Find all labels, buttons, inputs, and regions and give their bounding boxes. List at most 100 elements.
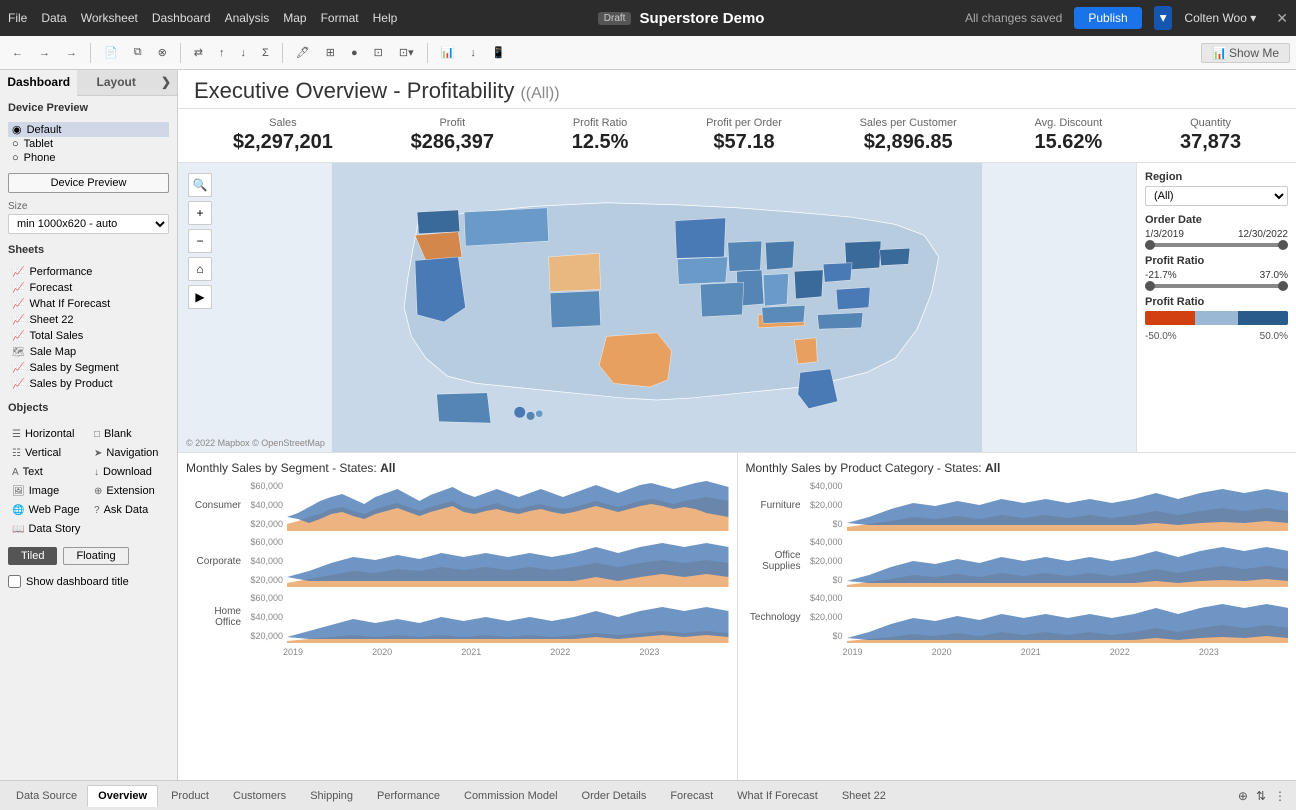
tab-commission-label: Commission Model <box>464 790 558 802</box>
tab-action-new[interactable]: ⊕ <box>1236 787 1250 805</box>
menu-worksheet[interactable]: Worksheet <box>81 11 138 25</box>
tab-shipping[interactable]: Shipping <box>299 785 364 807</box>
profit-axis-max: 50.0% <box>1260 331 1288 342</box>
close-button[interactable]: ✕ <box>1276 10 1288 27</box>
device-preview-button[interactable]: Device Preview <box>8 173 169 193</box>
user-menu[interactable]: Colten Woo ▾ <box>1184 11 1256 25</box>
obj-blank[interactable]: □ Blank <box>90 426 169 442</box>
segment-x-axis: 2019 2020 2021 2022 2023 <box>186 647 729 657</box>
sort-desc-button[interactable]: ↓ <box>235 44 253 62</box>
map-zoom-out-button[interactable]: − <box>188 229 212 253</box>
tab-sheet22[interactable]: Sheet 22 <box>831 785 897 807</box>
sheet-what-if-forecast[interactable]: 📈 What If Forecast <box>8 296 169 312</box>
download-view-button[interactable]: ↓ <box>464 44 482 62</box>
device-option-tablet[interactable]: ○ Tablet <box>8 137 169 151</box>
furniture-label: Furniture <box>746 500 801 511</box>
tab-performance[interactable]: Performance <box>366 785 451 807</box>
mark-type-button[interactable]: ● <box>345 44 364 62</box>
obj-horizontal[interactable]: ☰ Horizontal <box>8 426 87 442</box>
view-data-button[interactable]: 📊 <box>435 43 461 62</box>
new-sheet-button[interactable]: 📄 <box>98 43 124 62</box>
redo-button[interactable]: → <box>33 44 56 62</box>
duplicate-button[interactable]: ⧉ <box>128 43 148 62</box>
region-filter-title: Region <box>1145 171 1288 183</box>
obj-navigation[interactable]: ➤ Navigation <box>90 445 169 461</box>
highlight-button[interactable]: 🖊 <box>290 43 316 62</box>
sheet-sale-map[interactable]: 🗺 Sale Map <box>8 344 169 360</box>
publish-button[interactable]: Publish <box>1074 7 1141 29</box>
tab-commission[interactable]: Commission Model <box>453 785 569 807</box>
sidebar-collapse-btn[interactable]: ❯ <box>155 70 177 95</box>
forward-button[interactable]: → <box>60 44 83 62</box>
sheet-sales-product[interactable]: 📈 Sales by Product <box>8 376 169 392</box>
menu-dashboard[interactable]: Dashboard <box>152 11 211 25</box>
tab-data-source[interactable]: Data Source <box>8 786 85 806</box>
menu-file[interactable]: File <box>8 11 27 25</box>
tab-overview[interactable]: Overview <box>87 785 158 807</box>
tab-layout[interactable]: Layout <box>77 70 154 95</box>
menu-format[interactable]: Format <box>321 11 359 25</box>
device-option-phone[interactable]: ○ Phone <box>8 151 169 165</box>
map-search-button[interactable]: 🔍 <box>188 173 212 197</box>
date-slider-right-thumb[interactable] <box>1278 240 1288 250</box>
size-section: Size min 1000x620 - auto <box>0 197 177 238</box>
menu-help[interactable]: Help <box>373 11 398 25</box>
date-slider-track <box>1145 243 1288 247</box>
swap-rows-cols-button[interactable]: ⇄ <box>188 43 209 62</box>
undo-button[interactable]: ← <box>6 44 29 62</box>
device-option-default[interactable]: ◉ Default <box>8 122 169 137</box>
publish-dropdown-button[interactable]: ▾ <box>1154 6 1173 30</box>
date-slider-left-thumb[interactable] <box>1145 240 1155 250</box>
obj-vertical[interactable]: ☷ Vertical <box>8 445 87 461</box>
tab-order-details[interactable]: Order Details <box>571 785 658 807</box>
tab-what-if-forecast[interactable]: What If Forecast <box>726 785 829 807</box>
tab-product[interactable]: Product <box>160 785 220 807</box>
floating-button[interactable]: Floating <box>63 547 128 565</box>
obj-askdata[interactable]: ? Ask Data <box>90 502 169 518</box>
obj-image[interactable]: 🖼 Image <box>8 483 87 499</box>
corporate-row: Corporate $60,000 $40,000 $20,000 <box>186 535 729 587</box>
sheet-sheet22[interactable]: 📈 Sheet 22 <box>8 312 169 328</box>
fit-width-button[interactable]: ⊡▾ <box>393 43 420 62</box>
menu-analysis[interactable]: Analysis <box>225 11 270 25</box>
fit-button[interactable]: ⊡ <box>368 43 389 62</box>
obj-webpage[interactable]: 🌐 Web Page <box>8 502 87 518</box>
region-filter-select[interactable]: (All) <box>1145 186 1288 206</box>
tab-customers[interactable]: Customers <box>222 785 297 807</box>
tab-dashboard[interactable]: Dashboard <box>0 70 77 96</box>
obj-datastory[interactable]: 📖 Data Story <box>8 521 87 537</box>
product-x-axis: 2019 2020 2021 2022 2023 <box>746 647 1289 657</box>
sheet-label-wif: What If Forecast <box>29 298 110 310</box>
device-view-button[interactable]: 📱 <box>486 43 512 62</box>
sheet-performance[interactable]: 📈 Performance <box>8 264 169 280</box>
order-date-filter-title: Order Date <box>1145 214 1288 226</box>
obj-text[interactable]: A Text <box>8 464 87 480</box>
profit-ratio-slider-left-thumb[interactable] <box>1145 281 1155 291</box>
obj-extension[interactable]: ⊕ Extension <box>90 483 169 499</box>
group-button[interactable]: ⊞ <box>320 43 341 62</box>
size-select[interactable]: min 1000x620 - auto <box>8 214 169 234</box>
tab-action-more[interactable]: ⋮ <box>1272 787 1288 805</box>
profit-ratio-slider-right-thumb[interactable] <box>1278 281 1288 291</box>
clear-button[interactable]: ⊗ <box>152 43 173 62</box>
profit-ratio-min: -21.7% <box>1145 270 1177 281</box>
sheet-total-sales[interactable]: 📈 Total Sales <box>8 328 169 344</box>
show-me-button[interactable]: 📊 Show Me <box>1201 43 1290 63</box>
sheet-sales-segment[interactable]: 📈 Sales by Segment <box>8 360 169 376</box>
map-home-button[interactable]: ⌂ <box>188 257 212 281</box>
obj-download[interactable]: ↓ Download <box>90 464 169 480</box>
sort-asc-button[interactable]: ↑ <box>213 44 231 62</box>
sheet-forecast[interactable]: 📈 Forecast <box>8 280 169 296</box>
kpi-avg-disc-label: Avg. Discount <box>1034 117 1102 129</box>
tab-action-sort[interactable]: ⇅ <box>1254 787 1268 805</box>
map-zoom-in-button[interactable]: + <box>188 201 212 225</box>
map-play-button[interactable]: ▶ <box>188 285 212 309</box>
tiled-button[interactable]: Tiled <box>8 547 57 565</box>
menu-data[interactable]: Data <box>41 11 66 25</box>
charts-row: Monthly Sales by Segment - States: All C… <box>178 453 1296 780</box>
show-title-checkbox[interactable] <box>8 575 21 588</box>
tab-forecast[interactable]: Forecast <box>659 785 724 807</box>
menu-map[interactable]: Map <box>283 11 306 25</box>
top-menubar: File Data Worksheet Dashboard Analysis M… <box>0 0 1296 36</box>
sum-button[interactable]: Σ <box>256 44 275 62</box>
